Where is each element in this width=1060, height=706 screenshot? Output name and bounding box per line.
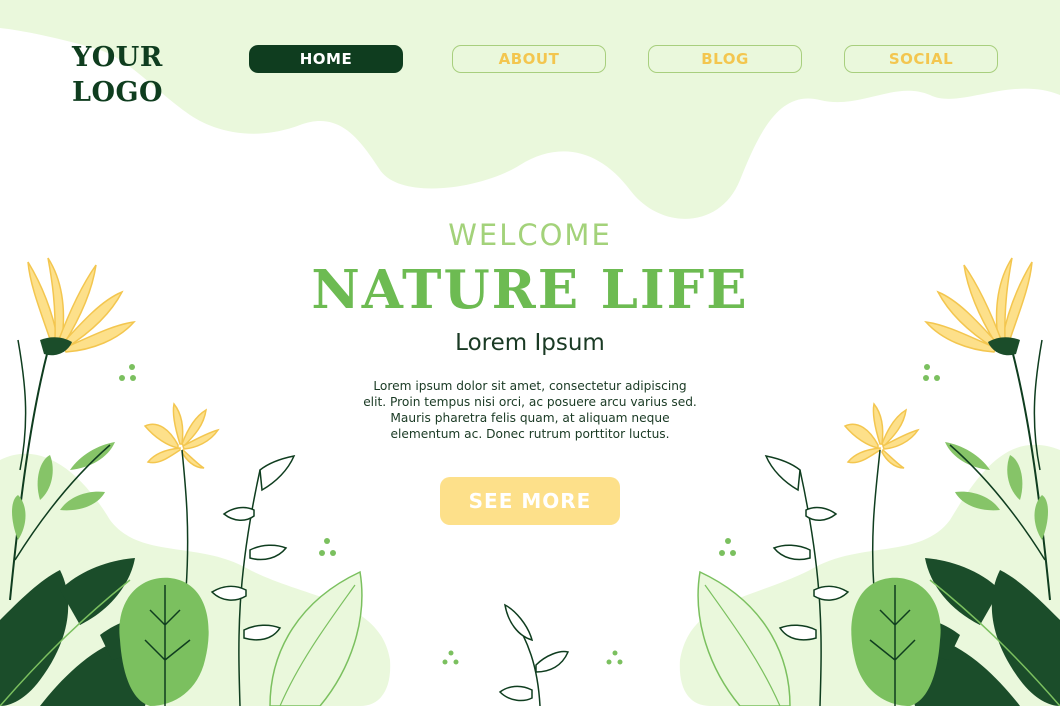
logo-line-2: LOGO xyxy=(72,77,164,108)
description-line: elit. Proin tempus nisi orci, ac posuere… xyxy=(363,395,697,409)
hero-description: Lorem ipsum dolor sit amet, consectetur … xyxy=(340,378,720,442)
center-fern-icon xyxy=(498,603,570,706)
hero-subtitle: Lorem Ipsum xyxy=(455,330,605,356)
nav-about-button[interactable]: ABOUT xyxy=(452,45,606,73)
small-yellow-flower-icon xyxy=(843,402,920,591)
nav-social-button[interactable]: SOCIAL xyxy=(844,45,998,73)
hero-title: NATURE LIFE xyxy=(311,259,749,321)
welcome-heading: WELCOME xyxy=(448,218,612,252)
nav-blog-button[interactable]: BLOG xyxy=(648,45,802,73)
see-more-button[interactable]: SEE MORE xyxy=(440,477,620,525)
description-line: Lorem ipsum dolor sit amet, consectetur … xyxy=(373,379,687,393)
description-line: Mauris pharetra felis quam, at aliquam n… xyxy=(390,411,670,425)
round-leaf-icon xyxy=(851,577,941,706)
nav-home-button[interactable]: HOME xyxy=(249,45,403,73)
main-nav: HOME ABOUT BLOG SOCIAL xyxy=(0,45,1060,75)
outline-leaf-icon xyxy=(697,570,791,706)
description-line: elementum ac. Donec rutrum porttitor luc… xyxy=(390,427,670,441)
